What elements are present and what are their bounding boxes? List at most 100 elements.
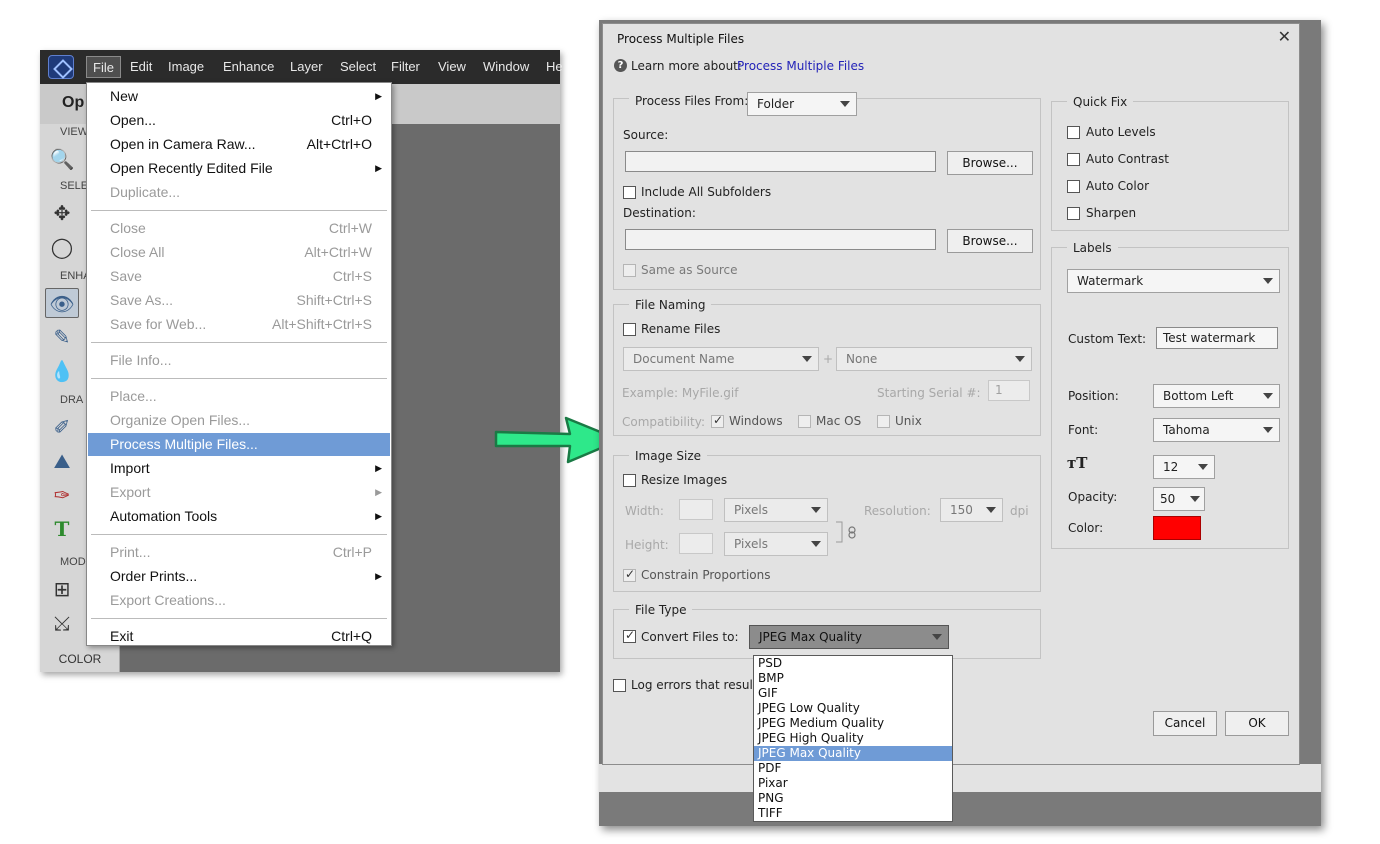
format-option[interactable]: JPEG High Quality [754,731,952,746]
type-tool-icon[interactable]: T [45,514,79,544]
file-menu-item-save-as[interactable]: Save As... Shift+Ctrl+S [88,289,390,312]
file-menu-item-open[interactable]: Open... Ctrl+O [88,109,390,132]
menu-edit[interactable]: Edit [124,56,158,78]
format-option[interactable]: Pixar [754,776,952,791]
file-menu-item-organize-open-files[interactable]: Organize Open Files... [88,409,390,432]
auto-color-checkbox[interactable] [1067,180,1080,193]
file-menu-item-open-in-camera-raw[interactable]: Open in Camera Raw... Alt+Ctrl+O [88,133,390,156]
auto-levels-checkbox[interactable] [1067,126,1080,139]
blur-tool-icon[interactable]: 💧 [45,356,79,386]
include-subfolders-checkbox[interactable] [623,186,636,199]
height-unit-select[interactable]: Pixels [724,532,828,556]
destination-input[interactable] [625,229,936,250]
file-menu-item-export-creations[interactable]: Export Creations... [88,589,390,612]
windows-checkbox[interactable] [711,413,724,428]
mac-os-checkbox[interactable] [798,415,811,428]
file-menu-item-print[interactable]: Print... Ctrl+P [88,541,390,564]
log-errors-checkbox[interactable] [613,679,626,692]
menu-item-label: Duplicate... [110,184,181,200]
name-suffix-select[interactable]: None [836,347,1032,371]
brush-tool-icon[interactable]: ✎ [45,322,79,352]
menu-view[interactable]: View [432,56,472,78]
menu-layer[interactable]: Layer [284,56,329,78]
crop-tool-icon[interactable]: ⊞ [45,574,79,604]
font-size-select[interactable]: 12 [1153,455,1215,479]
starting-serial-input[interactable]: 1 [988,380,1030,401]
file-menu-item-save[interactable]: Save Ctrl+S [88,265,390,288]
name-pattern-select[interactable]: Document Name [623,347,819,371]
cancel-button[interactable]: Cancel [1153,711,1217,736]
source-input[interactable] [625,151,936,172]
format-option[interactable]: TIFF [754,806,952,821]
resolution-select[interactable]: 150 [940,498,1003,522]
constrain-proportions-checkbox[interactable] [623,567,636,582]
convert-format-select[interactable]: JPEG Max Quality [749,625,949,649]
menu-image[interactable]: Image [162,56,210,78]
file-menu-item-duplicate[interactable]: Duplicate... [88,181,390,204]
submenu-arrow-icon: ▶ [375,91,382,101]
label-color-swatch[interactable] [1153,516,1201,540]
custom-text-input[interactable]: Test watermark [1156,327,1278,349]
convert-files-checkbox[interactable] [623,628,636,643]
menu-filter[interactable]: Filter [385,56,426,78]
label-type-select[interactable]: Watermark [1067,269,1280,293]
file-menu-item-place[interactable]: Place... [88,385,390,408]
menu-window[interactable]: Window [477,56,535,78]
unix-checkbox[interactable] [877,415,890,428]
format-option[interactable]: JPEG Low Quality [754,701,952,716]
lasso-tool-icon[interactable]: ◯ [45,232,79,262]
menu-item-shortcut: Ctrl+W [328,220,372,236]
move-tool-icon[interactable]: ✥ [45,198,79,228]
file-menu-item-new[interactable]: New ▶ [88,85,390,108]
file-menu-item-open-recently-edited-file[interactable]: Open Recently Edited File ▶ [88,157,390,180]
format-option[interactable]: GIF [754,686,952,701]
format-option[interactable]: PSD [754,656,952,671]
file-menu-item-import[interactable]: Import ▶ [88,457,390,480]
label-type-value: Watermark [1077,274,1144,288]
font-select[interactable]: Tahoma [1153,418,1280,442]
sharpen-checkbox[interactable] [1067,207,1080,220]
file-menu-item-file-info[interactable]: File Info... [88,349,390,372]
position-select[interactable]: Bottom Left [1153,384,1280,408]
auto-contrast-checkbox[interactable] [1067,153,1080,166]
menu-separator [91,342,387,343]
ok-button[interactable]: OK [1225,711,1289,736]
format-option[interactable]: BMP [754,671,952,686]
close-icon[interactable]: ✕ [1278,27,1291,46]
file-menu-item-exit[interactable]: Exit Ctrl+Q [88,625,390,648]
menu-enhance[interactable]: Enhance [217,56,280,78]
format-option[interactable]: JPEG Medium Quality [754,716,952,731]
eyedropper-icon[interactable]: ✑ [45,480,79,510]
height-input[interactable] [679,533,713,554]
width-unit-select[interactable]: Pixels [724,498,828,522]
file-menu-item-process-multiple-files[interactable]: Process Multiple Files... [88,433,390,456]
format-option[interactable]: JPEG Max Quality [754,746,952,761]
recompose-tool-icon[interactable]: ⤩ [45,608,79,638]
menu-file[interactable]: File [86,56,121,78]
format-option[interactable]: PNG [754,791,952,806]
resize-images-checkbox[interactable] [623,474,636,487]
height-label: Height: [625,538,669,552]
rename-files-checkbox[interactable] [623,323,636,336]
file-menu-item-close[interactable]: Close Ctrl+W [88,217,390,240]
learn-more-link[interactable]: Process Multiple Files [737,59,864,73]
paint-bucket-icon[interactable]: ⛰ [45,446,79,476]
format-option[interactable]: PDF [754,761,952,776]
file-menu-item-export[interactable]: Export ▶ [88,481,390,504]
file-menu-item-save-for-web[interactable]: Save for Web... Alt+Shift+Ctrl+S [88,313,390,336]
width-input[interactable] [679,499,713,520]
paint-brush-icon[interactable]: ✐ [45,412,79,442]
file-menu-item-order-prints[interactable]: Order Prints... ▶ [88,565,390,588]
file-menu-item-close-all[interactable]: Close All Alt+Ctrl+W [88,241,390,264]
zoom-tool-icon[interactable]: 🔍 [45,144,79,174]
menu-help[interactable]: He [540,56,569,78]
process-from-select[interactable]: Folder [747,92,857,116]
opacity-select[interactable]: 50 [1153,487,1205,511]
red-eye-tool-icon[interactable]: 👁 [45,288,79,318]
menu-select[interactable]: Select [334,56,382,78]
chevron-down-icon [1263,427,1273,433]
same-as-source-checkbox[interactable] [623,264,636,277]
destination-browse-button[interactable]: Browse... [947,229,1033,253]
source-browse-button[interactable]: Browse... [947,151,1033,175]
file-menu-item-automation-tools[interactable]: Automation Tools ▶ [88,505,390,528]
